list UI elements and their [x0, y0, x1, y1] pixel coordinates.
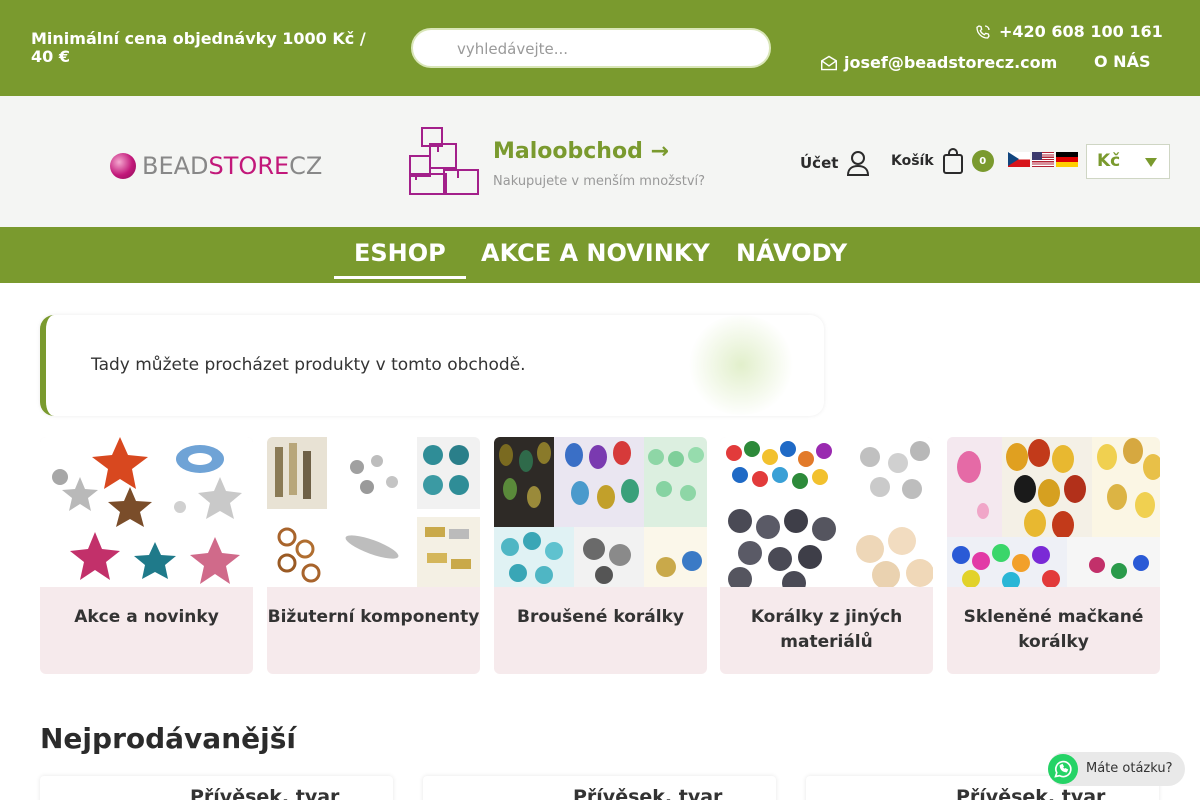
- search-input[interactable]: [457, 38, 757, 60]
- top-bar: Minimální cena objednávky 1000 Kč / 40 €…: [0, 0, 1200, 96]
- logo-wordmark: BEADSTORECZ: [142, 152, 323, 180]
- nav-item-akce-a-novinky[interactable]: AKCE A NOVINKY: [481, 239, 710, 267]
- category-card-akce-a-novinky[interactable]: Akce a novinky: [40, 437, 253, 674]
- currency-value: Kč: [1097, 151, 1121, 171]
- cart-button[interactable]: Košík 0: [891, 148, 994, 174]
- category-label: Bižuterní komponenty: [267, 607, 480, 627]
- envelope-icon: [821, 55, 837, 70]
- retail-link[interactable]: Maloobchod →: [493, 139, 669, 164]
- category-card-koralky-z-jinych-materialu[interactable]: Korálky z jiných materiálů: [720, 437, 933, 674]
- email-link[interactable]: josef@beadstorecz.com: [820, 53, 1057, 72]
- category-image: [720, 437, 933, 587]
- info-notice: Tady můžete procházet produkty v tomto o…: [40, 315, 824, 416]
- us-flag-icon[interactable]: [1032, 152, 1054, 167]
- category-label: Korálky z jiných materiálů: [750, 607, 903, 652]
- product-card[interactable]: Přívěsek, tvar: [423, 776, 776, 800]
- category-label: Broušené korálky: [517, 607, 684, 627]
- czech-flag-icon[interactable]: [1008, 152, 1030, 167]
- product-name: Přívěsek, tvar: [573, 786, 723, 800]
- account-label: Účet: [800, 154, 839, 172]
- whatsapp-icon: [1048, 754, 1078, 784]
- category-image: [947, 437, 1160, 587]
- currency-select[interactable]: Kč: [1086, 144, 1170, 179]
- cart-count-badge: 0: [971, 150, 994, 172]
- retail-subtitle: Nakupujete v menším množství?: [493, 174, 706, 189]
- category-image: [40, 437, 253, 587]
- account-button[interactable]: Účet: [800, 150, 870, 176]
- info-text: Tady můžete procházet produkty v tomto o…: [91, 355, 526, 375]
- about-link[interactable]: O NÁS: [1094, 52, 1150, 71]
- phone-number: +420 608 100 161: [999, 22, 1163, 41]
- phone-icon: [976, 24, 990, 39]
- language-switcher: [1008, 152, 1078, 167]
- product-name: Přívěsek, tvar: [190, 786, 340, 800]
- site-logo[interactable]: BEADSTORECZ: [110, 152, 322, 180]
- main-nav: ESHOP AKCE A NOVINKY NÁVODY: [0, 227, 1200, 283]
- category-card-brousene-koralky[interactable]: Broušené korálky: [494, 437, 707, 674]
- shopping-bag-icon: [942, 148, 963, 174]
- product-card[interactable]: Přívěsek, tvar: [40, 776, 393, 800]
- category-card-sklenene-mackane-koralky[interactable]: Skleněné mačkané korálky: [947, 437, 1160, 674]
- german-flag-icon[interactable]: [1056, 152, 1078, 167]
- product-name: Přívěsek, tvar: [956, 786, 1106, 800]
- caret-down-icon: [1145, 158, 1157, 167]
- category-image: [267, 437, 480, 587]
- logo-bead-icon: [110, 153, 136, 179]
- header: BEADSTORECZ Maloobchod → Nakupujete v me…: [0, 96, 1200, 227]
- decorative-glow: [686, 315, 796, 415]
- category-card-bizuterni-komponenty[interactable]: Bižuterní komponenty: [267, 437, 480, 674]
- whatsapp-chat-button[interactable]: Máte otázku?: [1048, 752, 1185, 786]
- nav-item-navody[interactable]: NÁVODY: [736, 239, 847, 267]
- cart-label: Košík: [891, 153, 934, 169]
- category-label: Akce a novinky: [74, 607, 219, 627]
- category-label: Skleněné mačkané korálky: [963, 607, 1144, 652]
- user-icon: [847, 151, 870, 176]
- email-address: josef@beadstorecz.com: [844, 53, 1058, 72]
- boxes-icon: [409, 127, 479, 195]
- whatsapp-label: Máte otázku?: [1086, 761, 1173, 776]
- search-box[interactable]: [411, 28, 771, 68]
- bestsellers-heading: Nejprodávanější: [40, 722, 296, 755]
- minimum-order-notice: Minimální cena objednávky 1000 Kč / 40 €: [31, 29, 366, 66]
- phone-link[interactable]: +420 608 100 161: [975, 22, 1163, 41]
- category-image: [494, 437, 707, 587]
- nav-item-eshop[interactable]: ESHOP: [334, 239, 466, 279]
